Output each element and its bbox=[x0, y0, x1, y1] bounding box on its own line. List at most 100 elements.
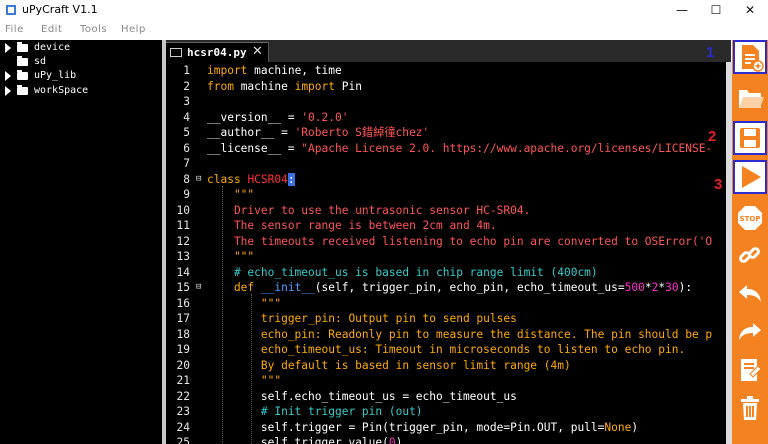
line-number: 4 bbox=[183, 110, 190, 124]
code-line: """ bbox=[207, 250, 255, 263]
line-number: 5 bbox=[183, 126, 190, 139]
undo-button[interactable] bbox=[734, 278, 766, 310]
folder-icon bbox=[17, 85, 28, 95]
line-number: 16 bbox=[176, 296, 190, 310]
line-number: 13 bbox=[176, 250, 190, 263]
stop-icon: STOP bbox=[738, 206, 762, 230]
tree-item-label: device bbox=[34, 42, 71, 53]
tab-hcsr04[interactable]: hcsr04.py ✕ bbox=[166, 42, 269, 63]
minimize-button[interactable]: — bbox=[664, 0, 700, 20]
line-number: 21 bbox=[176, 374, 190, 387]
close-button[interactable]: ✕ bbox=[732, 0, 768, 20]
tree-item-upy-lib[interactable]: uPy_lib bbox=[0, 69, 160, 83]
menu-file[interactable]: File bbox=[5, 24, 24, 35]
marker-1: 1 bbox=[706, 44, 715, 61]
line-number: 24 bbox=[176, 420, 190, 434]
fold-minus-icon[interactable]: ⊟ bbox=[196, 172, 201, 188]
clear-button[interactable] bbox=[734, 392, 766, 424]
open-file-button[interactable] bbox=[734, 82, 766, 114]
line-number: 25 bbox=[176, 436, 190, 444]
line-number: 2 bbox=[183, 79, 190, 93]
line-number: 11 bbox=[176, 219, 190, 232]
code-editor[interactable]: 1 import machine, time 2 from machine impo… bbox=[166, 62, 726, 444]
tree-item-device[interactable]: device bbox=[0, 41, 160, 55]
line-number: 3 bbox=[183, 95, 190, 108]
line-number: 1 bbox=[183, 64, 190, 77]
line-number: 18 bbox=[176, 327, 190, 341]
run-button[interactable] bbox=[733, 160, 767, 194]
file-tree: device sd uPy_lib workSpace bbox=[0, 40, 162, 444]
line-number: 7 bbox=[183, 157, 190, 170]
app-icon bbox=[6, 5, 16, 15]
new-file-icon bbox=[742, 45, 764, 72]
code-line: # echo_timeout_us is based in chip range… bbox=[207, 265, 598, 279]
file-icon bbox=[170, 48, 182, 57]
line-number: 6 bbox=[183, 141, 190, 155]
tree-item-label: workSpace bbox=[34, 85, 89, 96]
menu-help[interactable]: Help bbox=[121, 24, 146, 35]
save-file-icon bbox=[740, 128, 760, 148]
save-file-button[interactable] bbox=[733, 121, 767, 155]
code-line: __license__ = "Apache License 2.0. https… bbox=[207, 141, 713, 155]
line-number: 8 bbox=[183, 172, 190, 186]
code-line: def __init__(self, trigger_pin, echo_pin… bbox=[207, 281, 693, 294]
marker-3: 3 bbox=[714, 176, 723, 193]
code-line: echo_pin: Readonly pin to measure the di… bbox=[207, 327, 713, 341]
syntax-check-button[interactable] bbox=[734, 354, 766, 386]
marker-2: 2 bbox=[708, 128, 717, 145]
fold-minus-icon[interactable]: ⊟ bbox=[196, 280, 201, 296]
line-number: 15 bbox=[176, 281, 190, 294]
tree-item-label: uPy_lib bbox=[34, 70, 77, 81]
window-title: uPyCraft V1.1 bbox=[22, 3, 98, 16]
syntax-check-icon bbox=[741, 359, 762, 381]
line-number: 22 bbox=[176, 389, 190, 403]
code-line: trigger_pin: Output pin to send pulses bbox=[207, 312, 517, 325]
line-number: 23 bbox=[176, 405, 190, 418]
menu-tools[interactable]: Tools bbox=[80, 24, 107, 35]
expand-arrow-icon[interactable] bbox=[5, 86, 11, 96]
new-file-button[interactable] bbox=[733, 40, 767, 74]
code-line: # Init trigger pin (out) bbox=[207, 405, 423, 418]
tree-item-sd[interactable]: sd bbox=[0, 55, 160, 69]
maximize-button[interactable]: ☐ bbox=[698, 0, 734, 20]
code-line: """ bbox=[207, 296, 282, 310]
connect-button[interactable] bbox=[734, 240, 766, 272]
code-line: self.trigger = Pin(trigger_pin, mode=Pin… bbox=[207, 420, 639, 434]
code-line: __version__ = '0.2.0' bbox=[207, 110, 349, 124]
code-line: The sensor range is between 2cm and 4m. bbox=[207, 219, 497, 232]
code-line: echo_timeout_us: Timeout in microseconds… bbox=[207, 343, 686, 356]
code-line: from machine import Pin bbox=[207, 79, 362, 93]
line-number: 14 bbox=[176, 265, 190, 279]
line-number: 19 bbox=[176, 343, 190, 356]
title-bar: uPyCraft V1.1 — ☐ ✕ bbox=[0, 0, 768, 20]
right-toolbar: STOP bbox=[732, 40, 768, 444]
line-number: 20 bbox=[176, 358, 190, 372]
clear-icon bbox=[741, 396, 759, 420]
line-number: 10 bbox=[176, 203, 190, 217]
menu-edit[interactable]: Edit bbox=[41, 24, 62, 35]
code-line: By default is based in sensor limit rang… bbox=[207, 358, 571, 372]
tree-item-workspace[interactable]: workSpace bbox=[0, 84, 160, 98]
folder-icon bbox=[17, 70, 28, 80]
code-line: """ bbox=[207, 188, 255, 201]
code-line: The timeouts received listening to echo … bbox=[207, 234, 713, 248]
tab-close-icon[interactable]: ✕ bbox=[252, 44, 263, 59]
line-number: 12 bbox=[176, 234, 190, 248]
code-line: self.echo_timeout_us = echo_timeout_us bbox=[207, 389, 517, 403]
code-line: self.trigger.value(0) bbox=[207, 436, 403, 444]
expand-arrow-icon[interactable] bbox=[5, 43, 11, 53]
tree-item-label: sd bbox=[34, 56, 47, 67]
redo-icon bbox=[739, 323, 761, 340]
tab-label: hcsr04.py bbox=[187, 46, 247, 59]
redo-button[interactable] bbox=[734, 316, 766, 348]
stop-button[interactable]: STOP bbox=[734, 202, 766, 234]
editor-tab-bar: hcsr04.py ✕ bbox=[166, 40, 731, 63]
folder-icon bbox=[17, 56, 28, 66]
code-line: Driver to use the untrasonic sensor HC-S… bbox=[207, 203, 531, 217]
run-icon bbox=[742, 166, 761, 188]
code-line: __author__ = 'Roberto S錯綽徸chez' bbox=[207, 126, 430, 139]
expand-arrow-icon[interactable] bbox=[5, 71, 11, 81]
connect-icon bbox=[739, 247, 760, 263]
code-line: import machine, time bbox=[207, 64, 342, 77]
folder-icon bbox=[17, 42, 28, 52]
